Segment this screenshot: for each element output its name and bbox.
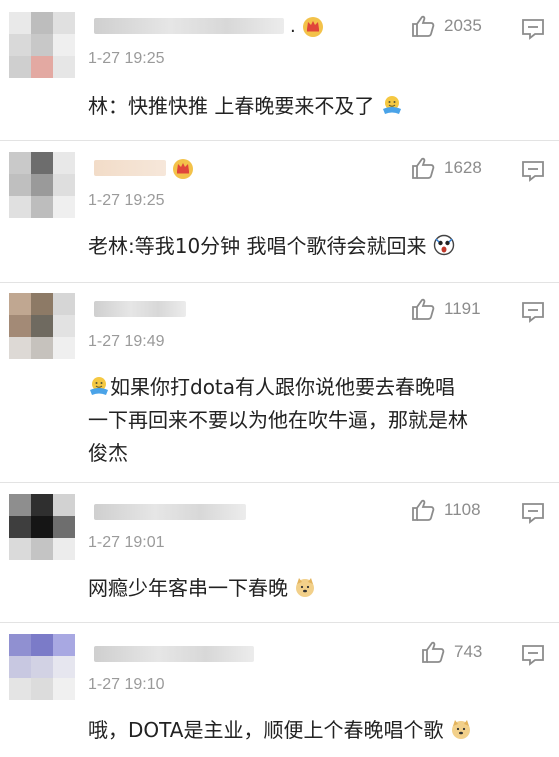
divider bbox=[0, 482, 559, 483]
like-button[interactable]: 1191 bbox=[410, 297, 481, 321]
avatar[interactable] bbox=[9, 634, 75, 700]
like-count: 1628 bbox=[444, 158, 482, 177]
username-suffix: . bbox=[290, 15, 296, 37]
divider bbox=[0, 140, 559, 141]
thumbs-up-icon bbox=[412, 157, 435, 179]
crown-badge-icon bbox=[302, 17, 323, 37]
comment-text: 林：快推快推 上春晚要来不及了 bbox=[88, 90, 538, 123]
comment-timestamp: 1-27 19:25 bbox=[88, 50, 165, 67]
like-count: 2035 bbox=[444, 16, 482, 35]
comment-text: 如果你打dota有人跟你说他要去春晚唱 一下再回来不要以为他在吹牛逼，那就是林 … bbox=[88, 371, 538, 470]
comment-text-line: 如果你打dota有人跟你说他要去春晚唱 bbox=[88, 371, 538, 404]
blessing-emoji-icon bbox=[90, 377, 108, 395]
doge-emoji-icon bbox=[296, 578, 315, 597]
crown-badge-icon bbox=[173, 159, 193, 179]
reply-comment-icon[interactable] bbox=[521, 18, 545, 40]
thumbs-up-icon bbox=[412, 15, 435, 37]
comment-text-line: 老林:等我10分钟 我唱个歌待会就回来 bbox=[88, 234, 427, 258]
reply-comment-icon[interactable] bbox=[521, 301, 545, 323]
username-blurred bbox=[94, 18, 284, 34]
like-count: 743 bbox=[454, 642, 483, 661]
divider bbox=[0, 622, 559, 623]
comment-text: 网瘾少年客串一下春晚 bbox=[88, 572, 538, 605]
like-count: 1191 bbox=[444, 299, 481, 318]
like-button[interactable]: 1108 bbox=[410, 498, 481, 522]
thumbs-up-icon bbox=[412, 499, 435, 521]
comment-text-line: 林：快推快推 上春晚要来不及了 bbox=[88, 94, 375, 118]
comment-text-line: 网瘾少年客串一下春晚 bbox=[88, 576, 288, 600]
username-blurred bbox=[94, 160, 166, 176]
avatar[interactable] bbox=[9, 293, 75, 359]
comment-text: 哦，DOTA是主业，顺便上个春晚唱个歌 bbox=[88, 714, 538, 747]
avatar[interactable] bbox=[9, 152, 75, 218]
comment-timestamp: 1-27 19:01 bbox=[88, 534, 165, 551]
thumbs-up-icon bbox=[422, 641, 445, 663]
username[interactable] bbox=[94, 502, 246, 522]
avatar[interactable] bbox=[9, 12, 75, 78]
like-button[interactable]: 743 bbox=[420, 640, 482, 664]
like-button[interactable]: 1628 bbox=[410, 156, 482, 180]
username[interactable] bbox=[94, 644, 254, 664]
comment-text: 老林:等我10分钟 我唱个歌待会就回来 bbox=[88, 230, 538, 263]
thumbs-up-icon bbox=[412, 298, 435, 320]
like-button[interactable]: 2035 bbox=[410, 14, 482, 38]
username-blurred bbox=[94, 504, 246, 520]
comment-timestamp: 1-27 19:25 bbox=[88, 192, 165, 209]
blessing-emoji-icon bbox=[382, 96, 401, 114]
comment-text-line-2: 一下再回来不要以为他在吹牛逼，那就是林 bbox=[88, 408, 468, 432]
comment-text-line: 哦，DOTA是主业，顺便上个春晚唱个歌 bbox=[88, 718, 444, 742]
username[interactable] bbox=[94, 299, 186, 319]
comment-text-line-3: 俊杰 bbox=[88, 441, 128, 465]
username[interactable] bbox=[94, 158, 194, 179]
divider bbox=[0, 282, 559, 283]
username[interactable]: . bbox=[94, 15, 324, 37]
comment-timestamp: 1-27 19:10 bbox=[88, 676, 165, 693]
doge-emoji-icon bbox=[451, 720, 470, 739]
username-blurred bbox=[94, 301, 186, 317]
like-count: 1108 bbox=[444, 500, 481, 519]
username-blurred bbox=[94, 646, 254, 662]
comment-feed: . 1-27 19:25 2035 林：快推快推 上春晚要来不及了 1-27 1… bbox=[0, 0, 559, 757]
comment-text-line-1: 如果你打dota有人跟你说他要去春晚唱 bbox=[110, 375, 456, 399]
reply-comment-icon[interactable] bbox=[521, 502, 545, 524]
reply-comment-icon[interactable] bbox=[521, 644, 545, 666]
reply-comment-icon[interactable] bbox=[521, 160, 545, 182]
shocked-emoji-icon bbox=[433, 234, 455, 256]
avatar[interactable] bbox=[9, 494, 75, 560]
comment-timestamp: 1-27 19:49 bbox=[88, 333, 165, 350]
